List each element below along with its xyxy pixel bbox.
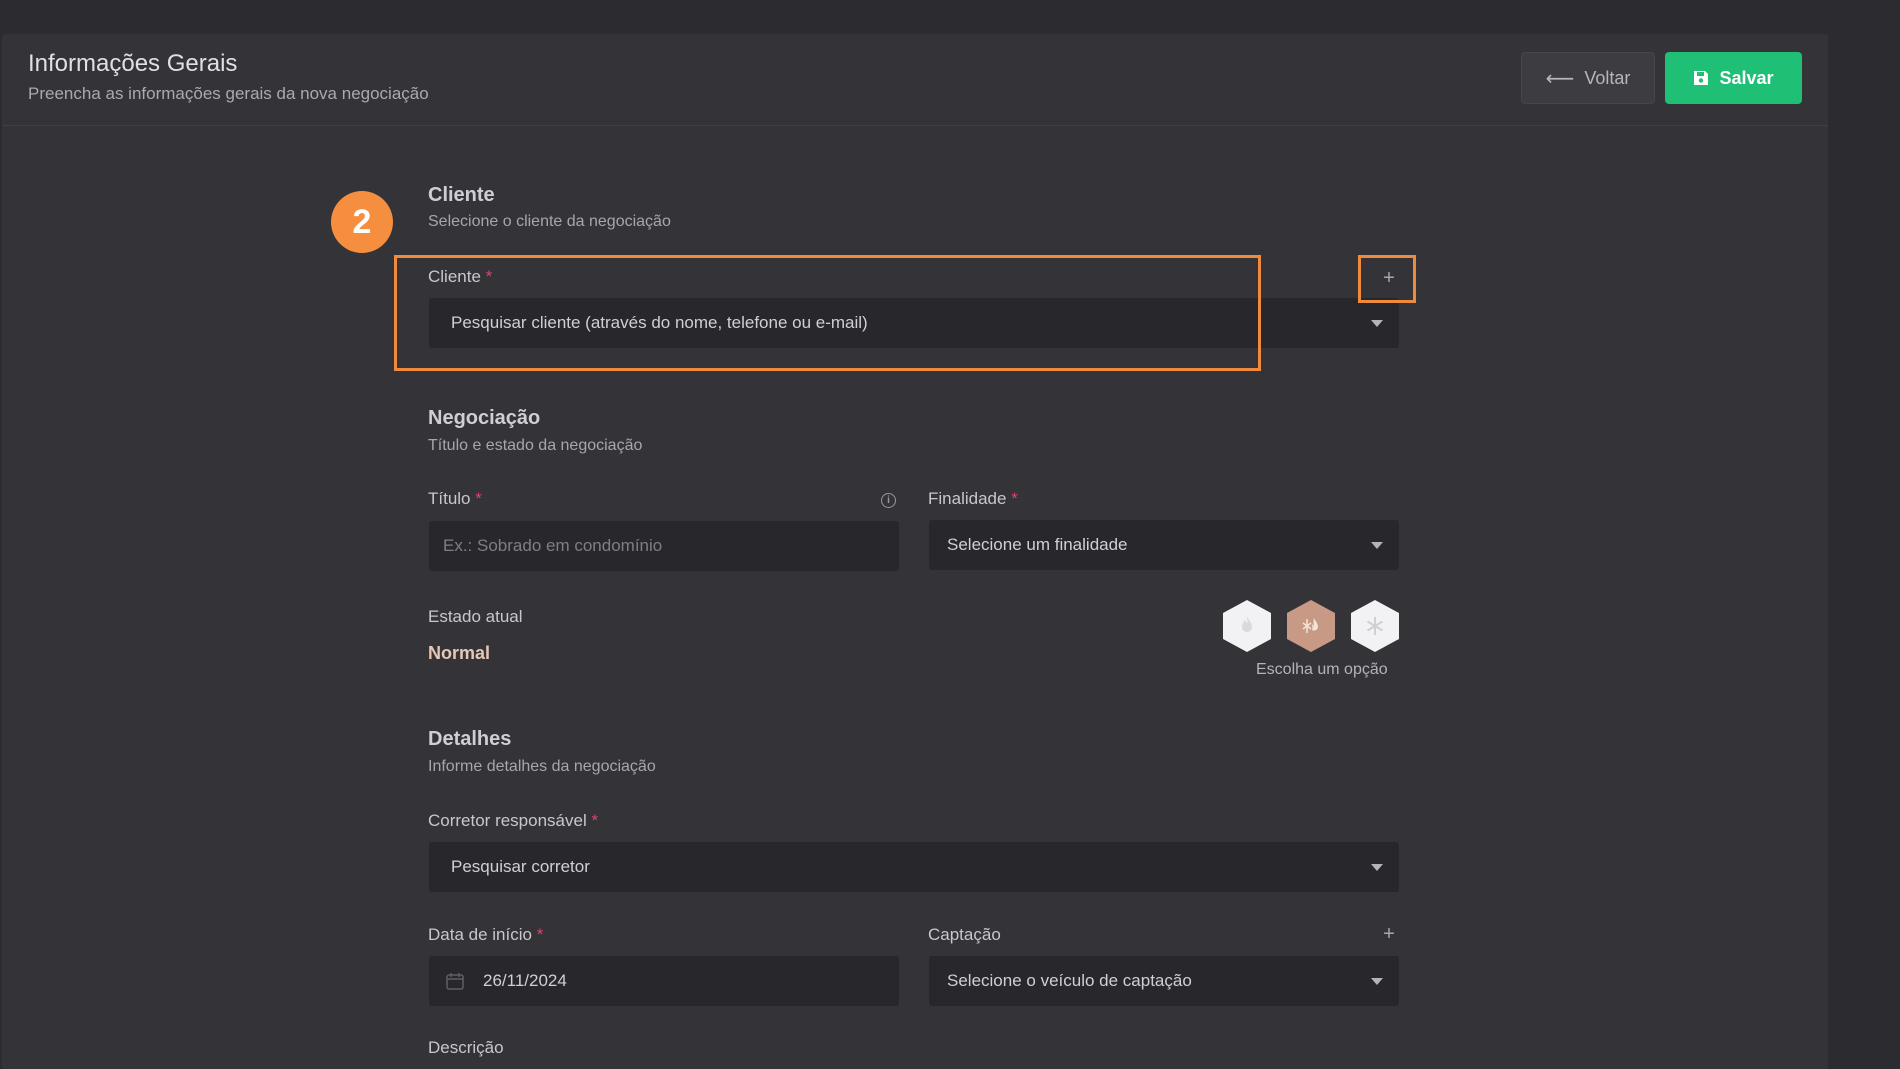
calendar-icon bbox=[446, 973, 464, 990]
estado-atual-label: Estado atual bbox=[428, 607, 523, 626]
detalhes-section-subtitle: Informe detalhes da negociação bbox=[428, 758, 656, 775]
chevron-down-icon bbox=[1371, 978, 1383, 985]
chevron-down-icon bbox=[1371, 320, 1383, 327]
page-subtitle: Preencha as informações gerais da nova n… bbox=[28, 84, 429, 103]
titulo-placeholder: Ex.: Sobrado em condomínio bbox=[443, 536, 663, 555]
save-button[interactable]: Salvar bbox=[1665, 52, 1802, 104]
data-inicio-label-text: Data de início bbox=[428, 925, 532, 944]
corretor-label-text: Corretor responsável bbox=[428, 811, 587, 830]
warm-cold-icon bbox=[1302, 618, 1318, 633]
chevron-down-icon bbox=[1371, 864, 1383, 871]
required-mark: * bbox=[475, 489, 482, 508]
captacao-field-label: Captação bbox=[928, 925, 1001, 944]
add-client-highlight bbox=[1358, 255, 1416, 303]
snowflake-icon bbox=[1366, 617, 1384, 635]
descricao-field-label: Descrição bbox=[428, 1038, 504, 1057]
chevron-down-icon bbox=[1371, 542, 1383, 549]
client-field-highlight bbox=[394, 255, 1261, 371]
titulo-label-text: Título bbox=[428, 489, 471, 508]
floppy-disk-icon bbox=[1694, 71, 1709, 85]
fire-icon bbox=[1242, 616, 1252, 632]
finalidade-label-text: Finalidade bbox=[928, 489, 1007, 508]
required-mark: * bbox=[1011, 489, 1018, 508]
add-captacao-button[interactable]: + bbox=[1379, 924, 1399, 944]
detalhes-section-title: Detalhes bbox=[428, 728, 512, 750]
top-band bbox=[0, 0, 1900, 34]
required-mark: * bbox=[536, 925, 544, 944]
finalidade-field-label: Finalidade * bbox=[928, 489, 1018, 509]
finalidade-select-value: Selecione um finalidade bbox=[947, 535, 1128, 554]
negociacao-section-title: Negociação bbox=[428, 407, 541, 429]
data-inicio-value: 26/11/2024 bbox=[483, 971, 567, 990]
estado-atual-value: Normal bbox=[428, 643, 491, 663]
arrow-left-icon: ⟵ bbox=[1545, 67, 1575, 90]
page-title: Informações Gerais bbox=[28, 50, 238, 77]
captacao-select[interactable]: Selecione o veículo de captação bbox=[929, 956, 1399, 1006]
step-number-badge: 2 bbox=[331, 191, 393, 253]
captacao-select-value: Selecione o veículo de captação bbox=[947, 971, 1192, 990]
form-panel: Informações Gerais Preencha as informaçõ… bbox=[2, 34, 1828, 1069]
corretor-select[interactable]: Pesquisar corretor bbox=[429, 842, 1399, 892]
titulo-field-label: Título * bbox=[428, 489, 482, 509]
back-button-label: Voltar bbox=[1584, 67, 1631, 88]
required-mark: * bbox=[591, 811, 599, 830]
data-inicio-field-label: Data de início * bbox=[428, 925, 543, 945]
page-header: Informações Gerais Preencha as informaçõ… bbox=[2, 34, 1828, 126]
corretor-field-label: Corretor responsável * bbox=[428, 811, 598, 831]
back-button[interactable]: ⟵ Voltar bbox=[1521, 52, 1655, 104]
data-inicio-input[interactable]: 26/11/2024 bbox=[429, 956, 899, 1006]
cliente-section-title: Cliente bbox=[428, 184, 495, 206]
save-button-label: Salvar bbox=[1719, 67, 1774, 88]
info-icon[interactable]: i bbox=[881, 493, 896, 508]
corretor-select-value: Pesquisar corretor bbox=[451, 857, 590, 876]
estado-hint: Escolha um opção bbox=[1256, 661, 1388, 678]
finalidade-select[interactable]: Selecione um finalidade bbox=[929, 520, 1399, 570]
titulo-input[interactable]: Ex.: Sobrado em condomínio bbox=[429, 521, 899, 571]
cliente-section-subtitle: Selecione o cliente da negociação bbox=[428, 213, 671, 230]
negociacao-section-subtitle: Título e estado da negociação bbox=[428, 437, 643, 454]
